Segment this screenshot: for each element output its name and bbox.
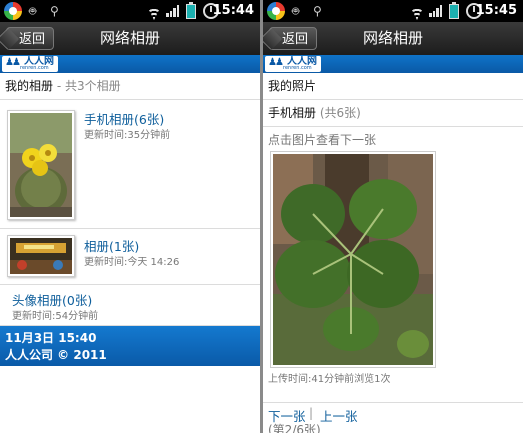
section-title: 我的相册 — [5, 79, 54, 93]
android-icon: 🤖︎ — [29, 4, 37, 18]
album-item[interactable]: 手机相册(6张) 更新时间:35分钟前 — [0, 100, 260, 229]
brand-strip: ♟♟ 人人网 renren.com — [263, 55, 523, 73]
photo-count: (共6张) — [319, 106, 361, 120]
divider — [263, 402, 523, 403]
android-icon: 🤖︎ — [292, 4, 300, 18]
left-screen: 🤖︎ ⚲ 15:44 返回 网络相册 ♟♟ 人人网 renren.com 我的相… — [0, 0, 260, 433]
page-title: 网络相册 — [99, 29, 160, 47]
upload-info: 上传时间:41分钟前浏览1次 — [268, 374, 391, 385]
section-separator: - — [53, 79, 65, 93]
section-header: 我的照片 — [263, 73, 523, 100]
plant-photo-image — [273, 154, 433, 365]
signal-icon — [166, 5, 180, 17]
album-item[interactable]: 相册(1张) 更新时间:今天 14:26 — [0, 229, 260, 285]
photo-viewer[interactable] — [270, 151, 436, 368]
tap-hint: 点击图片查看下一张 — [268, 133, 377, 147]
page-indicator: (第2/6张) — [268, 423, 321, 433]
album-updated: 更新时间:54分钟前 — [12, 311, 99, 322]
title-bar: 返回 网络相册 — [263, 22, 523, 55]
section-title: 我的照片 — [268, 79, 317, 93]
wifi-icon — [409, 4, 425, 16]
signal-icon — [429, 5, 443, 17]
album-thumbnail[interactable] — [7, 110, 75, 220]
cactus-flower-image — [10, 113, 72, 217]
renren-logo[interactable]: ♟♟ 人人网 renren.com — [265, 56, 321, 72]
album-updated: 更新时间:今天 14:26 — [84, 257, 180, 268]
usb-icon: ⚲ — [313, 4, 322, 18]
battery-icon — [186, 2, 196, 19]
album-name: 手机相册 — [268, 106, 317, 120]
footer-datetime: 11月3日 15:40 — [5, 331, 97, 345]
album-item[interactable]: 头像相册(0张) 更新时间:54分钟前 — [0, 285, 260, 326]
battery-icon — [449, 2, 459, 19]
people-logo-icon: ♟♟ — [268, 57, 284, 68]
prev-photo-link[interactable]: 上一张 — [320, 406, 358, 425]
album-thumbnail[interactable] — [7, 235, 75, 277]
album-count: 共3个相册 — [64, 79, 121, 93]
status-time: 15:44 — [212, 3, 254, 18]
brand-strip: ♟♟ 人人网 renren.com — [0, 55, 260, 73]
renren-logo[interactable]: ♟♟ 人人网 renren.com — [2, 56, 58, 72]
section-header: 我的相册 - 共3个相册 — [0, 73, 260, 100]
status-bar: 🤖︎ ⚲ 15:44 — [0, 0, 260, 22]
title-bar: 返回 网络相册 — [0, 22, 260, 55]
album-header: 手机相册 (共6张) — [263, 100, 523, 127]
status-bar: 🤖︎ ⚲ 15:45 — [263, 0, 523, 22]
right-screen: 🤖︎ ⚲ 15:45 返回 网络相册 ♟♟ 人人网 renren.com 我的照… — [263, 0, 523, 433]
album-cover-image — [10, 238, 72, 274]
footer-copyright: 人人公司 © 2011 — [5, 348, 107, 362]
browser-app-icon — [4, 2, 22, 20]
page-title: 网络相册 — [362, 29, 423, 47]
usb-icon: ⚲ — [50, 4, 59, 18]
nav-separator: | — [309, 406, 314, 420]
wifi-icon — [146, 4, 162, 16]
browser-app-icon — [267, 2, 285, 20]
people-logo-icon: ♟♟ — [5, 57, 21, 68]
album-updated: 更新时间:35分钟前 — [84, 130, 171, 141]
status-time: 15:45 — [475, 3, 517, 18]
footer: 11月3日 15:40 人人公司 © 2011 — [0, 326, 260, 366]
